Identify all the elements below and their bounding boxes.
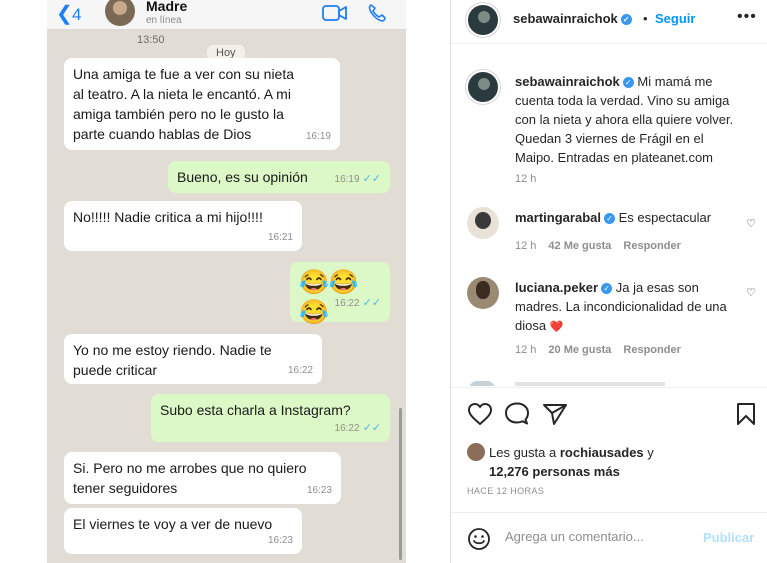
caption-age: 12 h	[515, 173, 537, 185]
post-actions: Les gusta a rochiausades y 12,276 person…	[451, 387, 767, 507]
comment-body: martingarabal ✓ Es espectacular	[515, 208, 735, 227]
liker-avatar	[467, 443, 485, 461]
chat-header: ❮ 4 Madre en línea	[47, 0, 406, 30]
message-text: El viernes te voy a ver de nuevo	[73, 516, 273, 532]
message-bubble[interactable]: Subo esta charla a Instagram? 16:22 ✓✓	[151, 394, 390, 442]
author-avatar[interactable]	[466, 3, 500, 37]
post-caption: sebawainraichok ✓ Mi mamá me cuenta toda …	[515, 72, 743, 167]
likes-first-user[interactable]: rochiausades	[560, 445, 644, 460]
message-bubble[interactable]: Yo no me estoy riendo. Nadie te puede cr…	[64, 334, 322, 384]
message-text: Yo no me estoy riendo. Nadie te puede cr…	[73, 342, 272, 378]
partial-comment	[515, 382, 665, 386]
follow-button[interactable]: Seguir	[655, 11, 695, 26]
commenter-avatar[interactable]	[467, 277, 499, 309]
message-text: Una amiga te fue a ver con su nieta al t…	[73, 66, 295, 142]
comment-meta: 12 h 20 Me gusta Responder	[515, 344, 681, 356]
comment-text: Es espectacular	[618, 210, 712, 225]
emoji-smiley-icon[interactable]	[467, 527, 491, 551]
more-options-icon[interactable]: •••	[737, 8, 757, 26]
heart-emoji-icon: ❤️	[549, 321, 564, 333]
message-text: Subo esta charla a Instagram?	[160, 402, 351, 418]
video-call-icon[interactable]	[322, 4, 348, 22]
verified-badge-icon: ✓	[601, 283, 613, 294]
caption-username[interactable]: sebawainraichok	[515, 74, 620, 89]
comments-section[interactable]: sebawainraichok ✓ Mi mamá me cuenta toda …	[451, 44, 767, 386]
share-paper-plane-icon[interactable]	[542, 402, 568, 426]
message-time: 16:21	[267, 232, 293, 243]
phone-call-icon[interactable]	[367, 3, 387, 23]
likes-connector: y	[647, 445, 654, 460]
instagram-post-panel: sebawainraichok ✓ • Seguir ••• sebawainra…	[450, 0, 767, 563]
verified-badge-icon: ✓	[620, 14, 632, 25]
message-bubble[interactable]: No!!!!! Nadie critica a mi hijo!!!! 16:2…	[64, 201, 302, 251]
read-ticks-icon: ✓✓	[362, 422, 381, 434]
comment-meta: 12 h 42 Me gusta Responder	[515, 240, 681, 252]
comment-likes[interactable]: 20 Me gusta	[548, 344, 611, 356]
commenter-avatar[interactable]	[467, 207, 499, 239]
likes-summary[interactable]: Les gusta a rochiausades y 12,276 person…	[467, 443, 654, 481]
earlier-message-time: 13:50	[137, 34, 165, 46]
partial-commenter-avatar	[469, 381, 495, 386]
reply-button[interactable]: Responder	[623, 344, 680, 356]
back-chevron-icon[interactable]: ❮	[56, 4, 73, 24]
comment-likes[interactable]: 42 Me gusta	[548, 240, 611, 252]
message-time: 16:22	[334, 298, 360, 309]
contact-avatar[interactable]	[105, 0, 135, 26]
message-time: 16:23	[267, 535, 293, 546]
header-separator: •	[643, 11, 648, 26]
commenter-username[interactable]: martingarabal	[515, 210, 601, 225]
comment-body: luciana.peker ✓ Ja ja esas son madres. La…	[515, 278, 735, 337]
message-bubble[interactable]: Una amiga te fue a ver con su nieta al t…	[64, 58, 340, 150]
verified-badge-icon: ✓	[603, 213, 615, 224]
contact-status: en línea	[146, 15, 182, 26]
add-comment-bar: Publicar	[451, 512, 767, 563]
message-time: 16:22	[287, 365, 313, 376]
comment-age: 12 h	[515, 240, 537, 252]
likes-prefix: Les gusta a	[489, 445, 557, 460]
contact-name[interactable]: Madre	[146, 0, 187, 14]
message-bubble[interactable]: El viernes te voy a ver de nuevo 16:23	[64, 508, 302, 554]
comment-input[interactable]	[505, 529, 705, 544]
message-time: 16:23	[306, 485, 332, 496]
message-bubble[interactable]: 😂😂😂 16:22 ✓✓	[290, 262, 390, 326]
message-text: No!!!!! Nadie critica a mi hijo!!!!	[73, 209, 263, 225]
caption-avatar[interactable]	[466, 70, 500, 104]
verified-badge-icon: ✓	[622, 77, 634, 88]
message-time: 16:19	[334, 174, 360, 185]
whatsapp-chat-panel: ❮ 4 Madre en línea 13:50 Hoy Una amiga t…	[47, 0, 406, 563]
reply-button[interactable]: Responder	[623, 240, 680, 252]
comment-age: 12 h	[515, 344, 537, 356]
message-text: Si. Pero no me arrobes que no quiero ten…	[73, 460, 307, 496]
unread-count[interactable]: 4	[72, 5, 81, 25]
message-meta: 16:22 ✓✓	[335, 418, 381, 439]
message-meta: 16:22 ✓✓	[335, 288, 381, 319]
like-comment-heart-icon[interactable]: ♡	[746, 286, 756, 299]
message-time: 16:22	[334, 423, 360, 434]
author-username[interactable]: sebawainraichok ✓	[513, 11, 632, 26]
commenter-username[interactable]: luciana.peker	[515, 280, 598, 295]
read-ticks-icon: ✓✓	[362, 297, 381, 309]
post-timestamp: HACE 12 HORAS	[467, 486, 545, 496]
like-heart-icon[interactable]	[467, 402, 493, 426]
likes-others[interactable]: 12,276 personas más	[489, 464, 620, 479]
message-bubble[interactable]: Bueno, es su opinión 16:19 ✓✓	[168, 161, 390, 193]
message-bubble[interactable]: Si. Pero no me arrobes que no quiero ten…	[64, 452, 341, 504]
comment-bubble-icon[interactable]	[504, 402, 530, 426]
author-username-text: sebawainraichok	[513, 11, 618, 26]
save-bookmark-icon[interactable]	[735, 402, 757, 426]
message-meta: 16:19 ✓✓	[335, 169, 381, 190]
chat-scrollbar[interactable]	[399, 408, 402, 560]
like-comment-heart-icon[interactable]: ♡	[746, 217, 756, 230]
message-time: 16:19	[305, 131, 331, 142]
read-ticks-icon: ✓✓	[362, 173, 381, 185]
publish-button[interactable]: Publicar	[703, 530, 754, 545]
post-header: sebawainraichok ✓ • Seguir •••	[451, 0, 767, 44]
